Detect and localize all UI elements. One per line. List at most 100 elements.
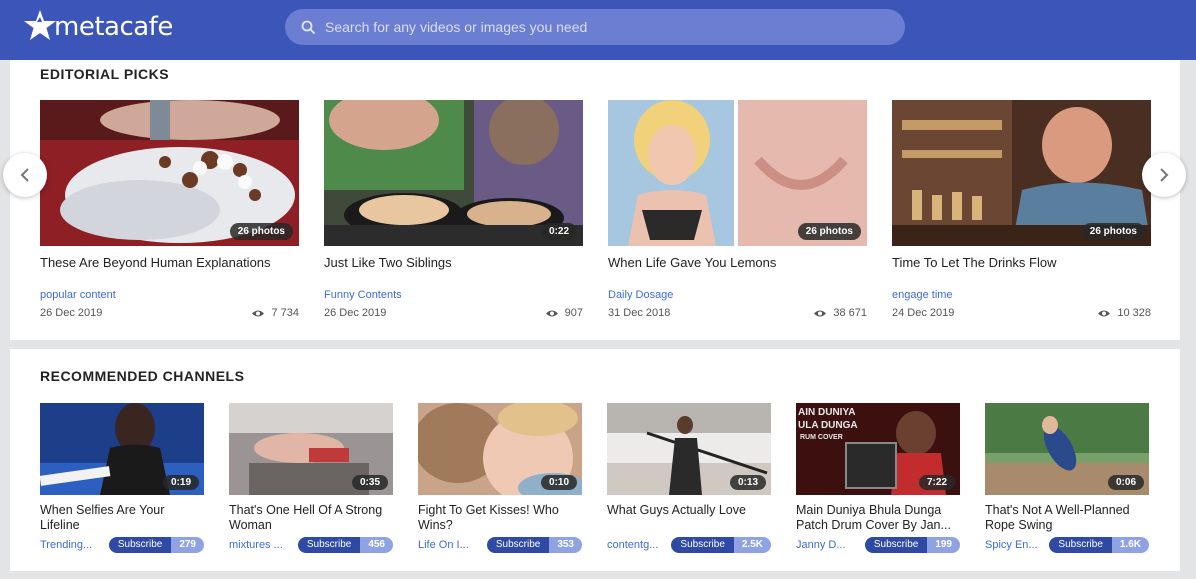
duration-badge: 0:10 [540,475,577,490]
editorial-thumbnail[interactable]: 26 photos [608,100,867,246]
subscribe-widget: Subscribe 456 [297,537,393,553]
carousel-prev-button[interactable] [3,153,47,197]
publish-date: 26 Dec 2019 [324,307,387,319]
publish-date: 26 Dec 2019 [40,307,103,319]
media-badge: 26 photos [1081,223,1145,240]
metacafe-logo[interactable]: metacafe [22,6,173,46]
subscribe-widget: Subscribe 199 [864,537,960,553]
editorial-title[interactable]: Just Like Two Siblings [324,255,583,285]
video-title[interactable]: When Selfies Are Your Lifeline [40,503,204,535]
editorial-thumbnail[interactable]: 26 photos [40,100,299,246]
video-title[interactable]: Fight To Get Kisses! Who Wins? [418,503,582,535]
subscriber-count: 1.6K [1111,537,1149,553]
view-count-value: 10 328 [1117,307,1151,319]
duration-badge: 0:13 [729,475,766,490]
category-link[interactable]: Daily Dosage [608,289,867,301]
subscribe-button[interactable]: Subscribe [297,537,361,553]
view-count: 907 [545,307,583,319]
channel-link[interactable]: Janny D... [796,539,846,551]
search-icon [301,20,315,34]
card-meta: 26 Dec 2019 7 734 [40,307,299,321]
channel-card: 0:13 What Guys Actually Love contentg...… [607,403,771,553]
channel-link[interactable]: Trending... [40,539,92,551]
card-meta: 24 Dec 2019 10 328 [892,307,1151,321]
subscribe-button[interactable]: Subscribe [671,537,734,553]
category-link[interactable]: popular content [40,289,299,301]
eye-icon [252,310,265,316]
duration-badge: 0:19 [162,475,199,490]
channel-row: Janny D... Subscribe 199 [796,537,960,553]
editorial-card: 26 photos Time To Let The Drinks Flow en… [892,100,1151,321]
editorial-thumbnail[interactable]: 0:22 [324,100,583,246]
channel-link[interactable]: Spicy En... [985,539,1038,551]
channel-card: 0:10 Fight To Get Kisses! Who Wins? Life… [418,403,582,553]
duration-badge: 7:22 [918,475,955,490]
subscriber-count: 199 [927,537,960,553]
star-logo-icon [24,10,56,40]
view-count-value: 7 734 [271,307,299,319]
channel-row: Trending... Subscribe 279 [40,537,204,553]
recommended-channels-section: RECOMMENDED CHANNELS 0:19 When Selfies A… [10,349,1180,571]
subscriber-count: 456 [360,537,393,553]
category-link[interactable]: Funny Contents [324,289,583,301]
video-thumbnail[interactable]: 0:19 [40,403,204,495]
card-meta: 26 Dec 2019 907 [324,307,583,321]
media-badge: 0:22 [540,223,577,240]
chevron-left-icon [20,168,29,182]
channel-card: 0:19 When Selfies Are Your Lifeline Tren… [40,403,204,553]
video-thumbnail[interactable]: 0:13 [607,403,771,495]
channel-row: mixtures ... Subscribe 456 [229,537,393,553]
svg-text:AIN DUNIYA: AIN DUNIYA [798,407,855,418]
editorial-card: 0:22 Just Like Two Siblings Funny Conten… [324,100,583,321]
subscribe-button[interactable]: Subscribe [108,537,172,553]
video-title[interactable]: What Guys Actually Love [607,503,771,535]
publish-date: 24 Dec 2019 [892,307,955,319]
channel-row: Life On I... Subscribe 353 [418,537,582,553]
video-title[interactable]: That's Not A Well-Planned Rope Swing [985,503,1149,535]
video-title[interactable]: That's One Hell Of A Strong Woman [229,503,393,535]
carousel-next-button[interactable] [1142,153,1186,197]
category-link[interactable]: engage time [892,289,1151,301]
channel-row: contentg... Subscribe 2.5K [607,537,771,553]
subscribe-widget: Subscribe 353 [486,537,582,553]
subscribe-button[interactable]: Subscribe [1049,537,1112,553]
section-title: EDITORIAL PICKS [40,66,170,82]
svg-text:RUM COVER: RUM COVER [800,434,843,441]
channel-link[interactable]: Life On I... [418,539,469,551]
subscriber-count: 279 [171,537,204,553]
media-badge: 26 photos [229,223,293,240]
editorial-thumbnail[interactable]: 26 photos [892,100,1151,246]
subscribe-button[interactable]: Subscribe [864,537,928,553]
svg-text:ULA DUNGA: ULA DUNGA [798,420,858,431]
video-title[interactable]: Main Duniya Bhula Dunga Patch Drum Cover… [796,503,960,535]
editorial-title[interactable]: Time To Let The Drinks Flow [892,255,1151,285]
editorial-title[interactable]: These Are Beyond Human Explanations [40,255,299,285]
channel-row: Spicy En... Subscribe 1.6K [985,537,1149,553]
channel-card: 0:35 That's One Hell Of A Strong Woman m… [229,403,393,553]
search-bar[interactable] [285,9,905,45]
editorial-card: 26 photos These Are Beyond Human Explana… [40,100,299,321]
editorial-picks-section: EDITORIAL PICKS 26 photos These Are Beyo… [10,60,1180,340]
card-meta: 31 Dec 2018 38 671 [608,307,867,321]
channel-card: 0:06 That's Not A Well-Planned Rope Swin… [985,403,1149,553]
duration-badge: 0:35 [351,475,388,490]
view-count-value: 907 [564,307,583,319]
video-thumbnail[interactable]: 0:35 [229,403,393,495]
search-input[interactable] [325,19,885,35]
view-count-value: 38 671 [833,307,867,319]
channel-link[interactable]: contentg... [607,539,658,551]
channel-link[interactable]: mixtures ... [229,539,283,551]
editorial-card: 26 photos When Life Gave You Lemons Dail… [608,100,867,321]
channel-card: AIN DUNIYA ULA DUNGA RUM COVER 7:22 Main… [796,403,960,553]
eye-icon [814,310,827,316]
eye-icon [545,310,558,316]
subscribe-button[interactable]: Subscribe [486,537,550,553]
view-count: 38 671 [813,307,867,319]
video-thumbnail[interactable]: 0:06 [985,403,1149,495]
editorial-title[interactable]: When Life Gave You Lemons [608,255,867,285]
video-thumbnail[interactable]: AIN DUNIYA ULA DUNGA RUM COVER 7:22 [796,403,960,495]
subscribe-widget: Subscribe 1.6K [1049,537,1149,553]
subscribe-widget: Subscribe 2.5K [671,537,771,553]
media-badge: 26 photos [797,223,861,240]
video-thumbnail[interactable]: 0:10 [418,403,582,495]
